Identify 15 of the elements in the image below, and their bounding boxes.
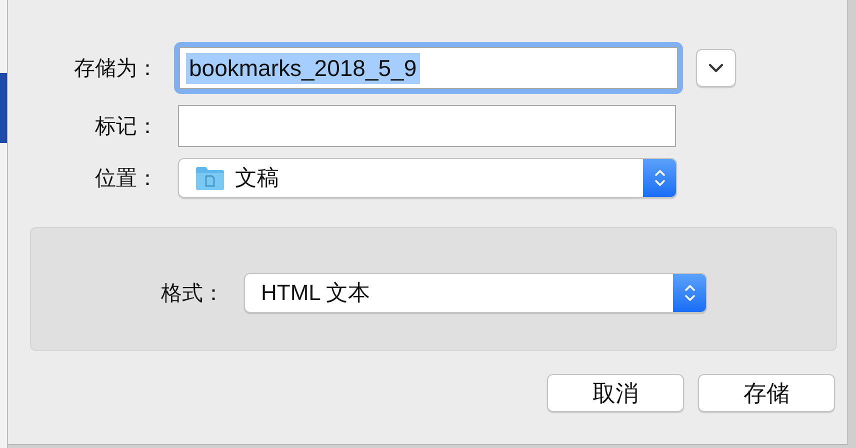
chevron-down-icon: [708, 63, 724, 73]
folder-icon: [195, 165, 225, 191]
save-button[interactable]: 存储: [698, 374, 835, 412]
stepper-icon: [673, 274, 706, 312]
location-popup[interactable]: 文稿: [178, 158, 677, 198]
field-label: 格式：: [161, 282, 224, 305]
field-label: 标记：: [95, 115, 158, 138]
field-label: 位置：: [95, 167, 158, 190]
field-label: 存储为：: [74, 57, 158, 80]
expand-button[interactable]: [696, 49, 736, 87]
cancel-button[interactable]: 取消: [547, 374, 684, 412]
filename-field[interactable]: bookmarks_2018_5_9: [179, 47, 678, 89]
stepper-icon: [643, 159, 676, 197]
format-popup[interactable]: HTML 文本: [244, 273, 707, 313]
tags-field[interactable]: [178, 105, 676, 147]
